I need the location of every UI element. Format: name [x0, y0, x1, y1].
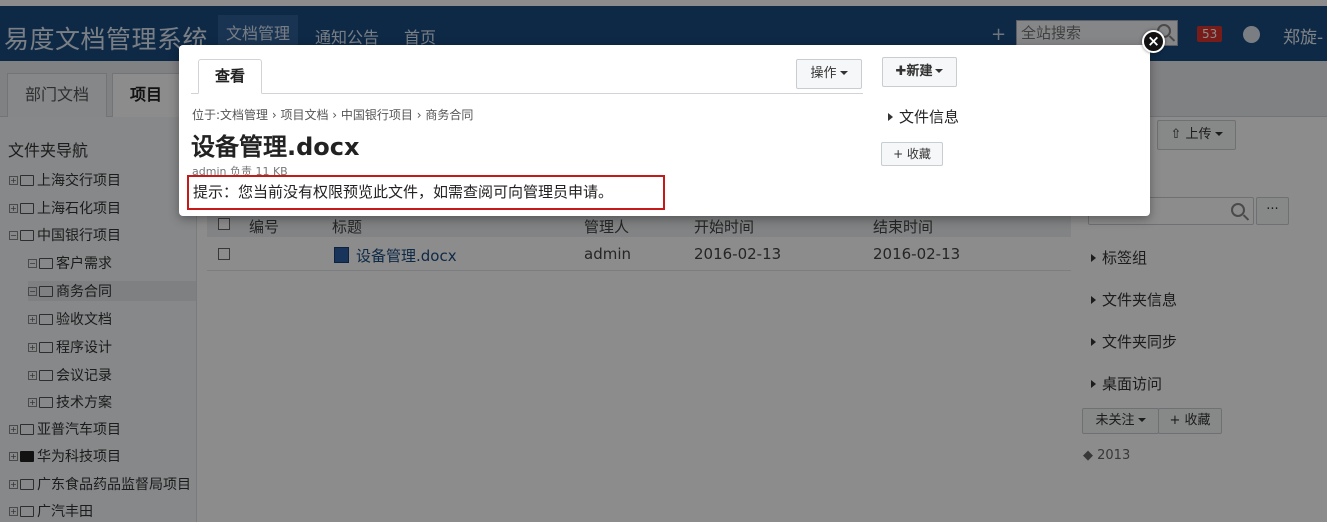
- favorite-button[interactable]: + 收藏: [881, 142, 943, 166]
- app-window: 易度文档管理系统 文档管理 通知公告 首页 + 53 郑旋- 部门文档 项目文档…: [0, 0, 1327, 522]
- tab-divider: [191, 93, 863, 94]
- operations-button[interactable]: 操作: [796, 59, 862, 89]
- chevron-down-icon: [839, 71, 848, 75]
- new-label: 新建: [906, 64, 933, 79]
- breadcrumb[interactable]: 位于:文档管理 › 项目文档 › 中国银行项目 › 商务合同: [192, 106, 473, 123]
- chevron-down-icon: [935, 69, 944, 73]
- close-icon[interactable]: ×: [1142, 30, 1165, 53]
- permission-warning: 提示：您当前没有权限预览此文件，如需查阅可向管理员申请。: [187, 175, 665, 210]
- new-button[interactable]: ✚新建: [882, 57, 957, 87]
- document-meta: admin 负责 11 KB: [192, 165, 288, 175]
- file-preview-modal: 查看 操作 ✚新建 位于:文档管理 › 项目文档 › 中国银行项目 › 商务合同…: [179, 45, 1150, 216]
- plus-icon: ✚: [895, 64, 907, 79]
- caret-right-icon: [888, 113, 893, 121]
- document-title: 设备管理.docx: [191, 133, 360, 161]
- file-info-label: 文件信息: [899, 108, 960, 126]
- tab-view[interactable]: 查看: [198, 59, 262, 94]
- file-info-link[interactable]: 文件信息: [888, 106, 959, 127]
- operations-label: 操作: [810, 66, 837, 81]
